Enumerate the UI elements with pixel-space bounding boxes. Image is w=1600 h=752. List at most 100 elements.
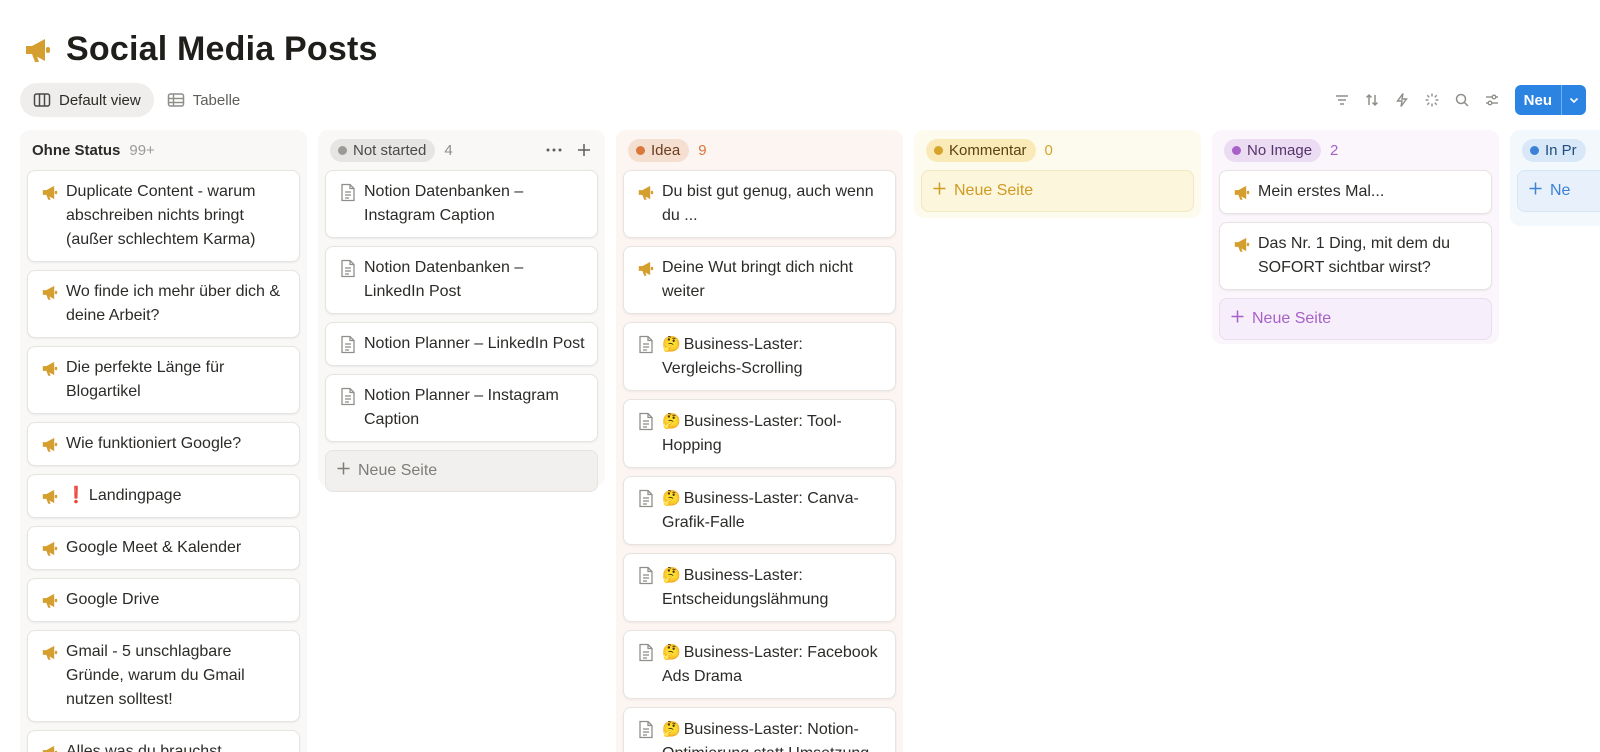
new-page-label: Neue Seite [1252,310,1332,327]
page-icon [637,335,655,353]
board-card[interactable]: Notion Planner – LinkedIn Post [325,322,598,366]
board-column: Not started 4 Notion Datenbanken – Instagr… [318,130,605,492]
kanban-board: Ohne Status 99+ Duplicate Content - warum … [20,130,1600,752]
automation-bolt-icon[interactable] [1387,85,1417,115]
card-title: Notion Planner – LinkedIn Post [364,335,585,352]
tab-default-view[interactable]: Default view [20,83,154,117]
page-icon [339,335,357,353]
board-card[interactable]: Mein erstes Mal... [1219,170,1492,214]
status-name: Not started [353,141,427,159]
column-count: 99+ [129,141,155,159]
board-card[interactable]: 🤔 Business-Laster: Facebook Ads Drama [623,630,896,699]
page-icon [637,643,655,661]
status-name: No Image [1247,141,1313,159]
ai-sparkle-icon[interactable] [1417,85,1447,115]
board-card[interactable]: Notion Datenbanken – LinkedIn Post [325,246,598,314]
status-pill[interactable]: Kommentar [926,138,1036,162]
status-pill[interactable]: Idea [628,138,690,162]
new-button[interactable]: Neu [1515,85,1562,115]
column-header[interactable]: In Pr [1517,130,1600,170]
card-title: Business-Laster: Facebook Ads Drama [662,644,878,685]
chevron-down-icon[interactable] [1562,85,1586,115]
megaphone-icon [637,183,655,201]
sort-icon[interactable] [1357,85,1387,115]
filter-icon[interactable] [1327,85,1357,115]
column-header[interactable]: Not started 4 [325,130,598,170]
new-page-button[interactable]: Neue Seite [325,450,598,492]
status-dot-icon [1530,145,1539,155]
card-title: Google Drive [66,591,160,608]
search-icon[interactable] [1447,85,1477,115]
thinking-face-icon: 🤔 [662,643,681,661]
megaphone-icon [41,539,59,557]
card-title: Gmail - 5 unschlagbare Gründe, warum du … [66,643,245,708]
board-card[interactable]: Google Drive [27,578,300,622]
page-title[interactable]: Social Media Posts [66,30,378,69]
plus-icon [933,182,946,200]
board-card[interactable]: 🤔Business-Laster: Notion-Optimierung sta… [623,707,896,752]
board-card[interactable]: 🤔 Business-Laster: Vergleichs-Scrolling [623,322,896,391]
thinking-face-icon: 🤔 [662,489,681,507]
page-icon [339,183,357,201]
add-icon[interactable] [575,141,593,159]
board-card[interactable]: Wie funktioniert Google? [27,422,300,466]
tab-label: Default view [59,91,141,109]
megaphone-icon[interactable] [22,34,54,66]
megaphone-icon [41,183,59,201]
tab-label: Tabelle [192,91,241,109]
settings-sliders-icon[interactable] [1477,85,1507,115]
board-card[interactable]: Notion Planner – Instagram Caption [325,374,598,442]
new-page-label: Neue Seite [954,182,1034,199]
card-title: Business-Laster: Tool-Hopping [662,413,842,454]
card-title: Notion Datenbanken – LinkedIn Post [364,259,524,300]
board-card[interactable]: Die perfekte Länge für Blogartikel [27,346,300,414]
board-card[interactable]: Das Nr. 1 Ding, mit dem du SOFORT sichtb… [1219,222,1492,290]
column-header[interactable]: Idea 9 [623,130,896,170]
new-page-button[interactable]: Neue Seite [921,170,1194,212]
card-title: Deine Wut bringt dich nicht weiter [662,259,853,300]
board-card[interactable]: Deine Wut bringt dich nicht weiter [623,246,896,314]
page-icon [637,566,655,584]
board-card[interactable]: ❗ Landingpage [27,474,300,518]
status-dot-icon [636,145,645,155]
board-card[interactable]: Google Meet & Kalender [27,526,300,570]
new-page-button[interactable]: Neue Seite [1219,298,1492,340]
status-pill[interactable]: Not started [330,138,436,162]
megaphone-icon [637,259,655,277]
page-icon [339,387,357,405]
megaphone-icon [41,743,59,752]
plus-icon [1231,310,1244,328]
thinking-face-icon: 🤔 [662,720,681,738]
column-header[interactable]: No Image 2 [1219,130,1492,170]
status-pill[interactable]: In Pr [1522,138,1586,162]
column-header[interactable]: Kommentar 0 [921,130,1194,170]
column-count: 4 [444,141,453,159]
board-column: Idea 9 Du bist gut genug, auch wenn du ...… [616,130,903,752]
status-name: Kommentar [949,141,1027,159]
board-column: Ohne Status 99+ Duplicate Content - warum … [20,130,307,752]
more-options-icon[interactable] [545,141,563,159]
board-card[interactable]: Alles was du brauchst [27,730,300,752]
megaphone-icon [1233,183,1251,201]
megaphone-icon [1233,235,1251,253]
board-column: In Pr Ne [1510,130,1600,226]
status-pill[interactable]: No Image [1224,138,1322,162]
new-page-button[interactable]: Ne [1517,170,1600,212]
board-card[interactable]: 🤔 Business-Laster: Entscheidungslähmung [623,553,896,622]
board-card[interactable]: Gmail - 5 unschlagbare Gründe, warum du … [27,630,300,722]
card-title: Business-Laster: Entscheidungslähmung [662,567,829,608]
card-title: Alles was du brauchst [66,743,222,752]
board-card[interactable]: 🤔 Business-Laster: Canva-Grafik-Falle [623,476,896,545]
board-card[interactable]: Duplicate Content - warum abschreiben ni… [27,170,300,262]
page-icon [637,489,655,507]
tab-tabelle[interactable]: Tabelle [154,83,254,117]
page-header: Social Media Posts [22,30,378,69]
board-card[interactable]: Notion Datenbanken – Instagram Caption [325,170,598,238]
column-header[interactable]: Ohne Status 99+ [27,130,300,170]
board-card[interactable]: 🤔 Business-Laster: Tool-Hopping [623,399,896,468]
board-card[interactable]: Du bist gut genug, auch wenn du ... [623,170,896,238]
board-column: Kommentar 0 Neue Seite [914,130,1201,218]
status-dot-icon [1232,145,1241,155]
view-toolbar: Default view Tabelle Neu [20,83,1586,117]
board-card[interactable]: Wo finde ich mehr über dich & deine Arbe… [27,270,300,338]
